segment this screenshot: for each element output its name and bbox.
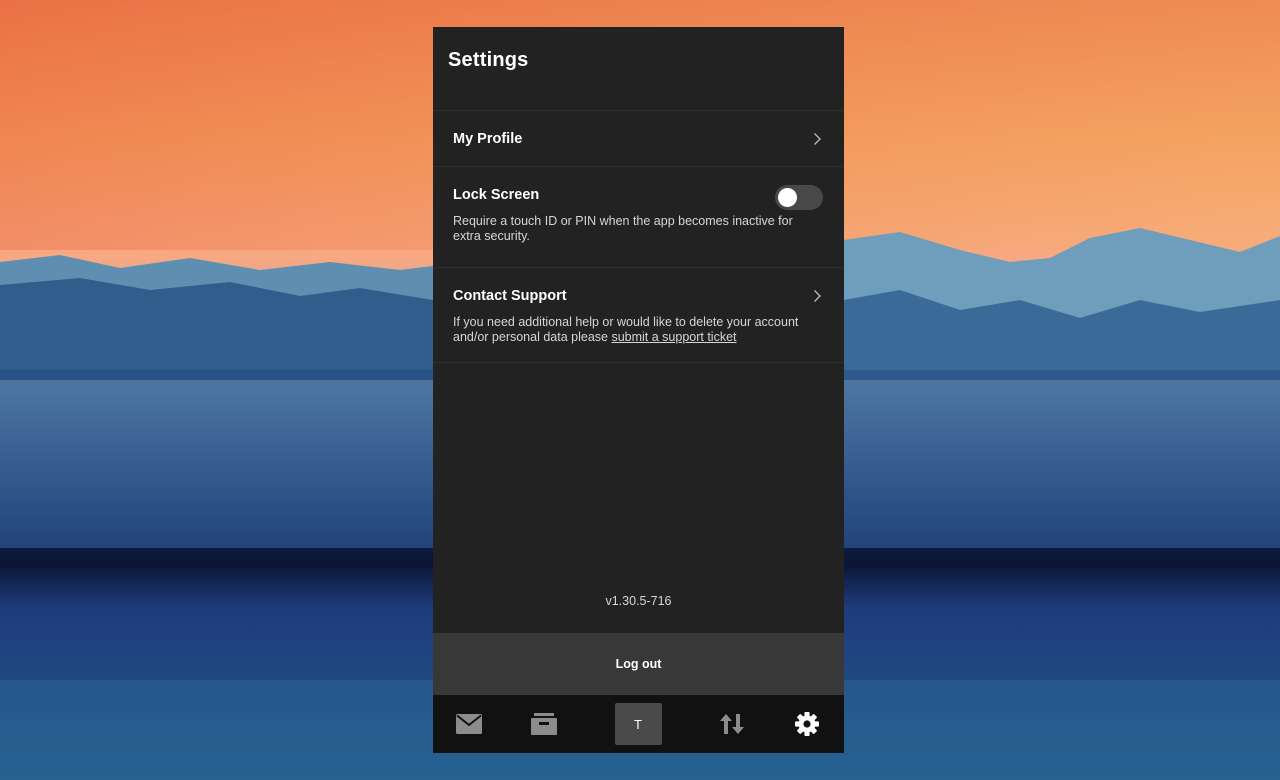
submit-support-ticket-link[interactable]: submit a support ticket bbox=[611, 330, 736, 344]
lock-screen-toggle[interactable] bbox=[775, 185, 823, 210]
transfer-icon bbox=[720, 714, 744, 734]
contact-support-description: If you need additional help or would lik… bbox=[453, 315, 824, 345]
chevron-right-icon bbox=[814, 290, 821, 302]
tab-archive[interactable] bbox=[524, 695, 564, 753]
tab-bar: T bbox=[433, 695, 844, 753]
app-version: v1.30.5-716 bbox=[605, 594, 672, 608]
contact-support-row[interactable]: Contact Support If you need additional h… bbox=[433, 268, 844, 363]
my-profile-row[interactable]: My Profile bbox=[433, 111, 844, 167]
header: Settings bbox=[433, 27, 844, 111]
chevron-right-icon bbox=[814, 132, 821, 145]
page-title: Settings bbox=[448, 49, 529, 71]
tab-mail[interactable] bbox=[449, 695, 489, 753]
mail-icon bbox=[456, 714, 482, 734]
settings-window: Settings My Profile Lock Screen Require … bbox=[433, 27, 844, 753]
lock-screen-label: Lock Screen bbox=[453, 187, 540, 203]
avatar: T bbox=[614, 703, 662, 745]
logout-button[interactable]: Log out bbox=[433, 633, 844, 695]
contact-support-label: Contact Support bbox=[453, 288, 567, 304]
gear-icon bbox=[795, 712, 819, 736]
toggle-knob bbox=[778, 188, 797, 207]
tab-settings[interactable] bbox=[787, 695, 827, 753]
lock-screen-row: Lock Screen Require a touch ID or PIN wh… bbox=[433, 167, 844, 268]
archive-icon bbox=[531, 713, 557, 735]
tab-transfer[interactable] bbox=[712, 695, 752, 753]
tab-profile[interactable]: T bbox=[614, 695, 662, 753]
my-profile-label: My Profile bbox=[453, 130, 523, 147]
lock-screen-description: Require a touch ID or PIN when the app b… bbox=[453, 214, 793, 243]
